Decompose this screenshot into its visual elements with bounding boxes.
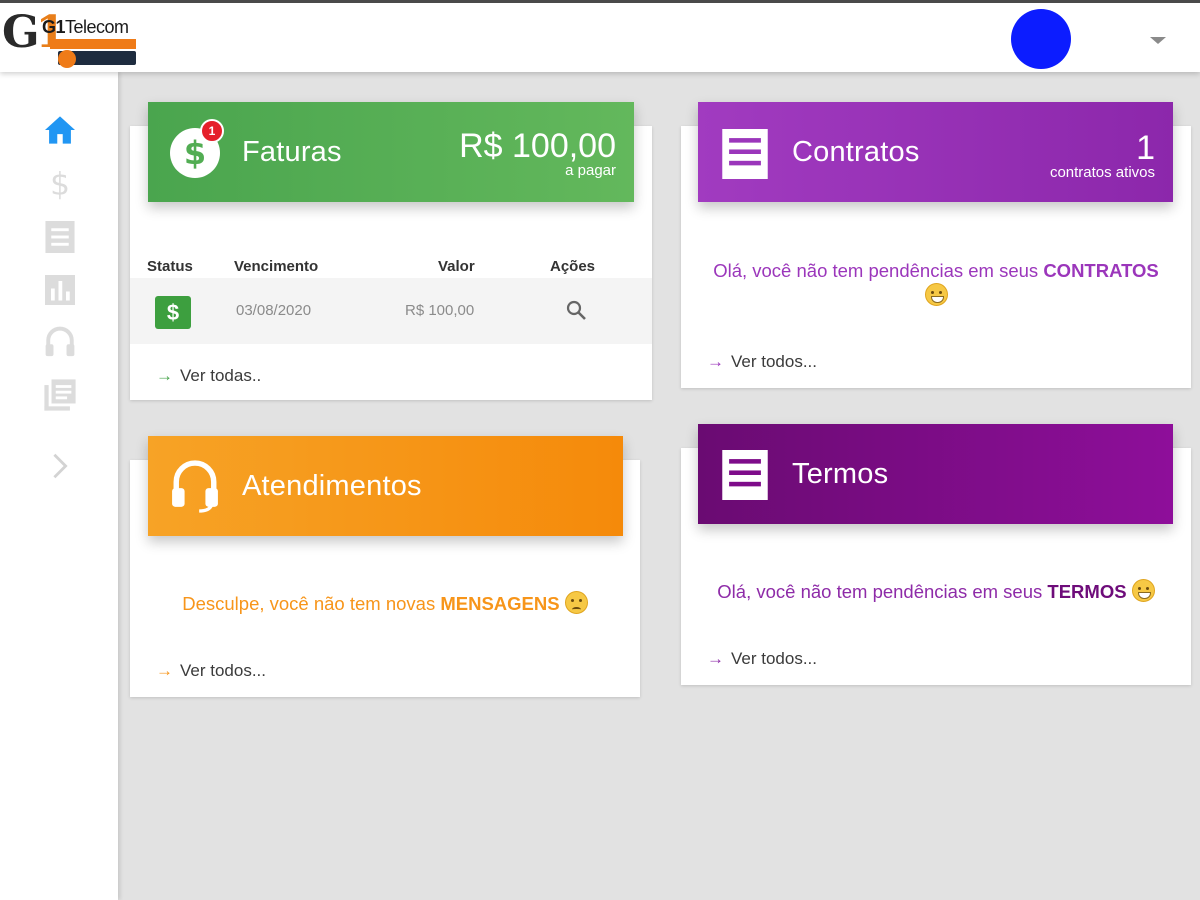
col-status: Status [147, 258, 193, 275]
svg-text:$: $ [50, 166, 70, 200]
arrow-right-icon: → [707, 352, 724, 371]
faturas-amount: R$ 100,00 a pagar [459, 128, 616, 178]
sidebar-item-atendimentos[interactable] [40, 323, 80, 363]
arrow-right-icon: → [156, 366, 173, 385]
sad-emoji-icon [564, 591, 588, 614]
contratos-message-prefix: Olá, você não tem pendências em seus [713, 260, 1044, 281]
contratos-title: Contratos [792, 136, 920, 168]
sidebar-item-contratos[interactable] [40, 217, 80, 257]
contratos-empty-message: Olá, você não tem pendências em seus CON… [681, 259, 1191, 308]
home-icon [45, 116, 75, 144]
search-icon[interactable] [564, 298, 588, 322]
ver-todos-label: Ver todos... [731, 352, 817, 371]
grin-emoji-icon [924, 283, 948, 306]
dollar-icon: $ [50, 166, 70, 200]
top-bar: G1 G1Telecom [0, 0, 1200, 72]
receipt-icon [722, 129, 768, 179]
row-vencimento: 03/08/2020 [236, 302, 312, 319]
sidebar: $ [0, 72, 118, 900]
sidebar-item-relatorios[interactable] [40, 270, 80, 310]
library-books-icon [44, 379, 76, 411]
ver-todos-label: Ver todos... [180, 661, 266, 680]
ver-todas-faturas-link[interactable]: → Ver todas.. [156, 366, 261, 386]
user-menu-caret-icon[interactable] [1150, 37, 1166, 44]
notification-badge: 1 [200, 119, 224, 143]
atendimentos-header[interactable]: Atendimentos [148, 436, 623, 536]
grin-emoji-icon [1131, 579, 1155, 602]
ver-todos-contratos-link[interactable]: → Ver todos... [707, 352, 817, 372]
user-avatar[interactable] [1011, 9, 1071, 69]
logo-globe-icon [58, 50, 76, 68]
row-valor: R$ 100,00 [405, 302, 475, 319]
ver-todos-atendimentos-link[interactable]: → Ver todos... [156, 661, 266, 681]
atendimentos-empty-message: Desculpe, você não tem novas MENSAGENS [130, 591, 640, 616]
termos-message-strong: TERMOS [1047, 581, 1127, 602]
receipt-icon [45, 221, 75, 253]
contratos-header[interactable]: Contratos 1 contratos ativos [698, 102, 1173, 202]
atendimentos-message-prefix: Desculpe, você não tem novas [182, 593, 441, 614]
arrow-right-icon: → [707, 649, 724, 668]
ver-todos-label: Ver todos... [731, 649, 817, 668]
logo-name-rest: Telecom [65, 17, 129, 37]
chevron-right-icon [53, 453, 68, 479]
contratos-message-strong: CONTRATOS [1043, 260, 1159, 281]
faturas-title: Faturas [242, 136, 342, 168]
headset-icon [172, 460, 218, 513]
termos-empty-message: Olá, você não tem pendências em seus TER… [681, 579, 1191, 604]
ver-todas-label: Ver todas.. [180, 366, 262, 385]
logo-stripe [50, 39, 136, 49]
ver-todos-termos-link[interactable]: → Ver todos... [707, 649, 817, 669]
sidebar-item-termos[interactable] [40, 375, 80, 415]
sidebar-item-home[interactable] [40, 110, 80, 150]
atendimentos-title: Atendimentos [242, 470, 422, 502]
col-valor: Valor [438, 258, 475, 275]
arrow-right-icon: → [156, 661, 173, 680]
col-vencimento: Vencimento [234, 258, 319, 275]
faturas-header[interactable]: $ 1 Faturas R$ 100,00 a pagar [148, 102, 634, 202]
receipt-icon [722, 450, 768, 500]
company-logo[interactable]: G1 G1Telecom [0, 7, 145, 71]
count-caption: contratos ativos [1049, 164, 1155, 181]
logo-name: G1Telecom [42, 17, 129, 38]
sidebar-item-faturas[interactable]: $ [40, 163, 80, 203]
table-row: $ 03/08/2020 R$ 100,00 [130, 278, 652, 344]
termos-message-prefix: Olá, você não tem pendências em seus [717, 581, 1048, 602]
col-acoes: Ações [550, 258, 596, 275]
status-paid-icon: $ [155, 296, 191, 329]
count-value: 1 [1136, 129, 1155, 167]
sidebar-expand[interactable] [40, 446, 80, 486]
logo-name-bold: G1 [42, 17, 66, 37]
headset-icon [45, 326, 75, 357]
amount-value: R$ 100,00 [459, 127, 616, 165]
termos-header[interactable]: Termos [698, 424, 1173, 524]
atendimentos-message-strong: MENSAGENS [440, 593, 560, 614]
bar-chart-icon [45, 275, 75, 305]
termos-title: Termos [792, 458, 889, 490]
contratos-count: 1 contratos ativos [1050, 130, 1155, 180]
amount-caption: a pagar [565, 162, 616, 179]
